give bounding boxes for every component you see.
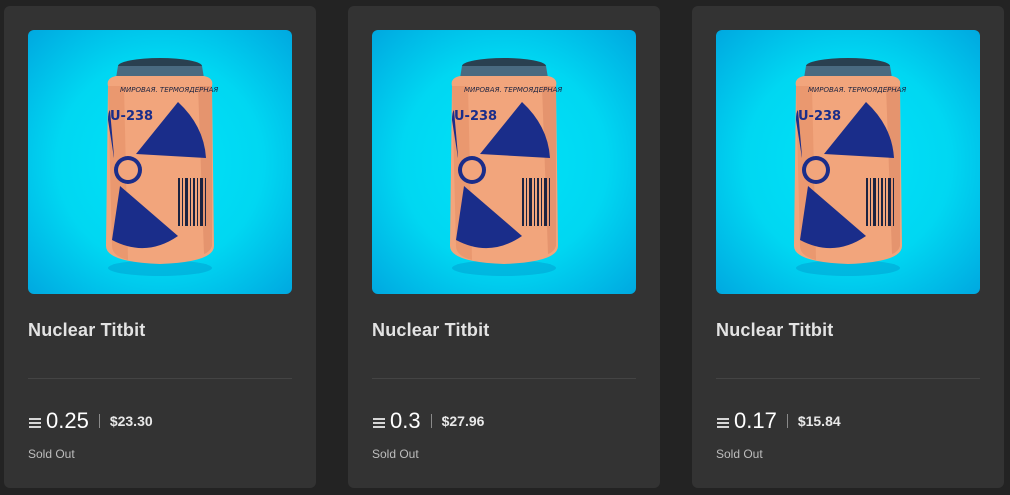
status-label: Sold Out <box>716 447 763 461</box>
can-label-main: U-238 <box>454 109 497 124</box>
price-crypto: 0.3 <box>390 408 421 433</box>
product-card[interactable]: МИРОВАЯ. ТЕРМОЯДЕРНАЯ U-238 Nuclear Titb… <box>4 6 316 488</box>
product-title[interactable]: Nuclear Titbit <box>28 320 146 341</box>
product-image[interactable]: МИРОВАЯ. ТЕРМОЯДЕРНАЯ U-238 <box>372 30 636 294</box>
product-card[interactable]: МИРОВАЯ. ТЕРМОЯДЕРНАЯ U-238 Nuclear Titb… <box>692 6 1004 488</box>
radiation-can-image: МИРОВАЯ. ТЕРМОЯДЕРНАЯ U-238 <box>106 58 218 276</box>
can-label-main: U-238 <box>798 109 841 124</box>
status-label: Sold Out <box>372 447 419 461</box>
product-title[interactable]: Nuclear Titbit <box>716 320 834 341</box>
radiation-can-image: МИРОВАЯ. ТЕРМОЯДЕРНАЯ U-238 <box>450 58 562 276</box>
price-row: 0.3 $27.96 <box>372 406 484 436</box>
radiation-can-image: МИРОВАЯ. ТЕРМОЯДЕРНАЯ U-238 <box>794 58 906 276</box>
divider <box>28 378 292 379</box>
product-grid: МИРОВАЯ. ТЕРМОЯДЕРНАЯ U-238 Nuclear Titb… <box>0 0 1010 495</box>
divider <box>716 378 980 379</box>
product-title[interactable]: Nuclear Titbit <box>372 320 490 341</box>
status-label: Sold Out <box>28 447 75 461</box>
can-label-main: U-238 <box>110 109 153 124</box>
price-fiat: $27.96 <box>441 413 485 429</box>
eth-icon <box>372 416 386 430</box>
price-row: 0.25 $23.30 <box>28 406 153 436</box>
product-image[interactable]: МИРОВАЯ. ТЕРМОЯДЕРНАЯ U-238 <box>716 30 980 294</box>
eth-icon <box>28 416 42 430</box>
price-row: 0.17 $15.84 <box>716 406 841 436</box>
can-label-top: МИРОВАЯ. ТЕРМОЯДЕРНАЯ <box>808 86 906 94</box>
price-separator <box>786 414 788 428</box>
price-fiat: $15.84 <box>797 413 841 429</box>
price-crypto: 0.17 <box>734 408 777 433</box>
product-image[interactable]: МИРОВАЯ. ТЕРМОЯДЕРНАЯ U-238 <box>28 30 292 294</box>
can-label-top: МИРОВАЯ. ТЕРМОЯДЕРНАЯ <box>464 86 562 94</box>
can-label-top: МИРОВАЯ. ТЕРМОЯДЕРНАЯ <box>120 86 218 94</box>
price-fiat: $23.30 <box>109 413 153 429</box>
price-separator <box>98 414 100 428</box>
divider <box>372 378 636 379</box>
product-card[interactable]: МИРОВАЯ. ТЕРМОЯДЕРНАЯ U-238 Nuclear Titb… <box>348 6 660 488</box>
eth-icon <box>716 416 730 430</box>
price-separator <box>430 414 432 428</box>
price-crypto: 0.25 <box>46 408 89 433</box>
